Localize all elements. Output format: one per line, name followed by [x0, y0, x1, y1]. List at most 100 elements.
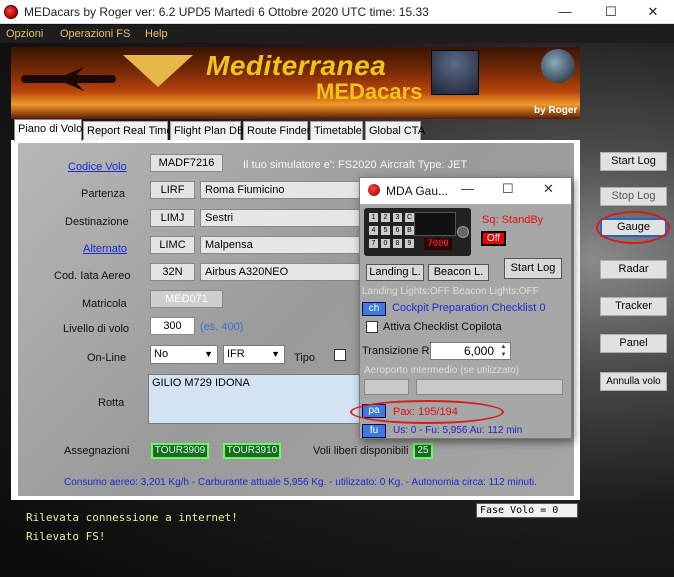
gauge-maximize-button[interactable]: ☐ [502, 181, 514, 197]
lights-status: Landing Lights:OFF Beacon Lights:OFF [362, 286, 539, 297]
tab-timetable[interactable]: Timetable [310, 121, 363, 140]
codice-volo-field[interactable]: MADF7216 [150, 154, 223, 172]
transponder-off-button[interactable]: Off [481, 231, 506, 246]
highlight-ellipse-pax [350, 400, 504, 424]
aeroporto-icao-field[interactable] [364, 379, 409, 395]
tab-piano-di-volo[interactable]: Piano di Volo [14, 119, 82, 141]
menu-operazioni-fs[interactable]: Operazioni FS [60, 28, 130, 40]
xpdr-key[interactable]: 4 [369, 226, 378, 235]
gauge-start-log-button[interactable]: Start Log [504, 258, 562, 279]
checklist-button[interactable]: ch [362, 302, 386, 316]
cod-iata-field[interactable]: 32N [150, 263, 195, 281]
landing-lights-button[interactable]: Landing L. [366, 264, 424, 281]
xpdr-key[interactable]: 6 [393, 226, 402, 235]
squawk-status: Sq: StandBy [482, 214, 544, 226]
gauge-app-icon [368, 184, 380, 196]
tab-flight-plan-db[interactable]: Flight Plan DB [170, 121, 244, 140]
highlight-ellipse-gauge [596, 211, 670, 244]
panel-button[interactable]: Panel [600, 334, 667, 353]
fase-volo-indicator: Fase Volo = 0 [476, 503, 578, 518]
xpdr-key[interactable]: B [405, 226, 414, 235]
online-value: No [154, 348, 169, 360]
tipo-checkbox[interactable] [334, 349, 346, 361]
fuel-button[interactable]: fu [362, 424, 386, 438]
online-label: On-Line [87, 352, 127, 364]
banner: Mediterranea MEDacars by Roger [11, 47, 580, 119]
app-icon [4, 5, 18, 19]
destinazione-name-field[interactable]: Sestri [200, 209, 362, 227]
chevron-down-icon: ▼ [271, 349, 280, 359]
rules-select[interactable]: IFR ▼ [223, 345, 285, 364]
matricola-field[interactable]: MED071 [150, 290, 223, 308]
tab-route-finder[interactable]: Route Finder [243, 121, 311, 140]
partenza-name-field[interactable]: Roma Fiumicino [200, 181, 362, 199]
partenza-icao-field[interactable]: LIRF [150, 181, 195, 199]
banner-subtitle: MEDacars [316, 79, 423, 104]
console-line-1: Rilevata connessione a internet! [26, 511, 238, 524]
consumo-status: Consumo aereo: 3,201 Kg/h - Carburante a… [64, 477, 537, 488]
tipo-label: Tipo [294, 352, 315, 364]
transizione-label: Transizione R. [362, 345, 433, 357]
alternato-label[interactable]: Alternato [83, 243, 127, 255]
transponder-screen [414, 212, 456, 236]
beacon-lights-button[interactable]: Beacon L. [428, 264, 489, 281]
assegnazioni-label: Assegnazioni [64, 445, 130, 457]
livello-label: Livello di volo [63, 323, 130, 335]
copilot-checkbox[interactable] [366, 321, 378, 333]
aeroporto-name-field[interactable] [416, 379, 563, 395]
destinazione-icao-field[interactable]: LIMJ [150, 209, 195, 227]
rotta-field[interactable]: GILIO M729 IDONA [148, 374, 363, 424]
checklist-text: Cockpit Preparation Checklist 0 [392, 302, 546, 314]
xpdr-key[interactable]: 0 [381, 239, 390, 248]
matricola-label: Matricola [82, 298, 127, 310]
tracker-button[interactable]: Tracker [600, 297, 667, 316]
gauge-title: MDA Gau... [386, 184, 449, 198]
xpdr-key[interactable]: 9 [405, 239, 414, 248]
cod-iata-label: Cod. Iata Aereo [54, 270, 131, 282]
voli-liberi-label: Voli liberi disponibili [313, 445, 409, 457]
banner-title: Mediterranea [206, 50, 387, 81]
partenza-label: Partenza [81, 188, 126, 200]
alternato-name-field[interactable]: Malpensa [200, 236, 362, 254]
alternato-icao-field[interactable]: LIMC [150, 236, 195, 254]
fuel-text: Us: 0 - Fu: 5,956 Au: 112 min [393, 425, 523, 436]
aircraft-type-text: Aircraft Type: JET [380, 159, 468, 171]
plane-fuselage [21, 75, 116, 83]
globe-icon [541, 49, 575, 83]
gauge-close-button[interactable]: ✕ [543, 181, 554, 197]
menu-opzioni[interactable]: Opzioni [6, 28, 43, 40]
destinazione-label: Destinazione [65, 216, 129, 228]
livello-hint: (es. 400) [200, 321, 244, 333]
xpdr-key[interactable]: 2 [381, 213, 390, 222]
stop-log-button[interactable]: Stop Log [600, 187, 667, 206]
xpdr-key[interactable]: 8 [393, 239, 402, 248]
start-log-button[interactable]: Start Log [600, 152, 667, 171]
chevron-down-icon: ▼ [204, 349, 213, 359]
close-button[interactable]: ✕ [630, 0, 674, 24]
xpdr-key[interactable]: 7 [369, 239, 378, 248]
online-select[interactable]: No ▼ [150, 345, 218, 364]
tab-report-real-time[interactable]: Report Real Time [83, 121, 173, 140]
aereo-name-field[interactable]: Airbus A320NEO [200, 263, 362, 281]
xpdr-key[interactable]: C [405, 213, 414, 222]
xpdr-key[interactable]: 3 [393, 213, 402, 222]
assegnazione-2[interactable]: TOUR3910 [223, 443, 281, 459]
xpdr-key[interactable]: 5 [381, 226, 390, 235]
minimize-button[interactable]: — [542, 0, 588, 24]
menu-help[interactable]: Help [145, 28, 168, 40]
livello-field[interactable]: 300 [150, 317, 195, 335]
maximize-button[interactable]: ☐ [588, 0, 634, 24]
gauge-minimize-button[interactable]: — [461, 181, 474, 196]
annulla-volo-button[interactable]: Annulla volo [600, 372, 667, 391]
xpdr-key[interactable]: 1 [369, 213, 378, 222]
banner-photo [431, 50, 479, 95]
rules-value: IFR [227, 348, 245, 360]
radar-button[interactable]: Radar [600, 260, 667, 279]
copilot-label: Attiva Checklist Copilota [383, 321, 502, 333]
tab-global-cta[interactable]: Global CTA [365, 121, 425, 140]
codice-volo-label[interactable]: Codice Volo [68, 161, 127, 173]
squawk-code: 7000 [424, 238, 452, 250]
transponder-knob-icon[interactable] [457, 226, 469, 238]
spinner-arrows-icon[interactable]: ▲ ▼ [498, 343, 509, 359]
assegnazione-1[interactable]: TOUR3909 [151, 443, 209, 459]
